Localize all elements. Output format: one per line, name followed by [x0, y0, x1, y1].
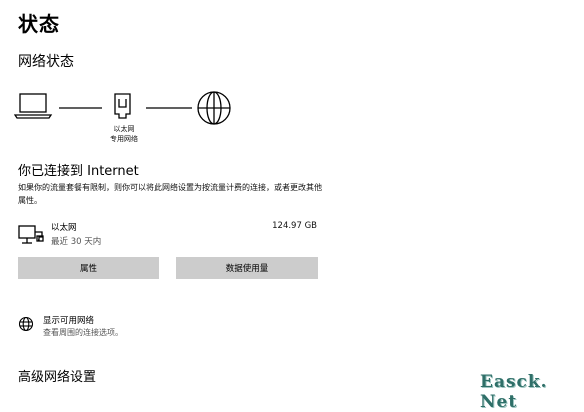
network-status-heading: 网络状态 [18, 54, 74, 70]
internet-globe-icon [197, 91, 231, 125]
adapter-name: 以太网 [51, 223, 77, 233]
page-title: 状态 [18, 12, 60, 36]
laptop-icon [14, 93, 53, 119]
ethernet-pc-icon [18, 225, 44, 244]
data-usage-button[interactable]: 数据使用量 [176, 257, 318, 279]
globe-icon[interactable] [18, 316, 34, 332]
network-caption: 以太网 专用网络 [104, 124, 144, 144]
watermark-logo: Easck. Net [480, 372, 548, 412]
network-type-label: 以太网 [113, 125, 135, 133]
adapter-period: 最近 30 天内 [51, 237, 102, 247]
adapter-data-usage: 124.97 GB [272, 221, 317, 231]
show-available-networks-description: 查看周围的连接选项。 [43, 328, 123, 337]
properties-button[interactable]: 属性 [18, 257, 159, 279]
show-available-networks-link[interactable]: 显示可用网络 [43, 314, 94, 326]
connection-status-title: 你已连接到 Internet [18, 164, 139, 179]
advanced-network-settings-heading: 高级网络设置 [18, 370, 97, 385]
connection-status-description: 如果你的流量套餐有限制，则你可以将此网络设置为按流量计费的连接，或者更改其他属性… [18, 183, 322, 205]
ethernet-port-icon [114, 93, 131, 119]
network-profile-label: 专用网络 [110, 135, 138, 143]
